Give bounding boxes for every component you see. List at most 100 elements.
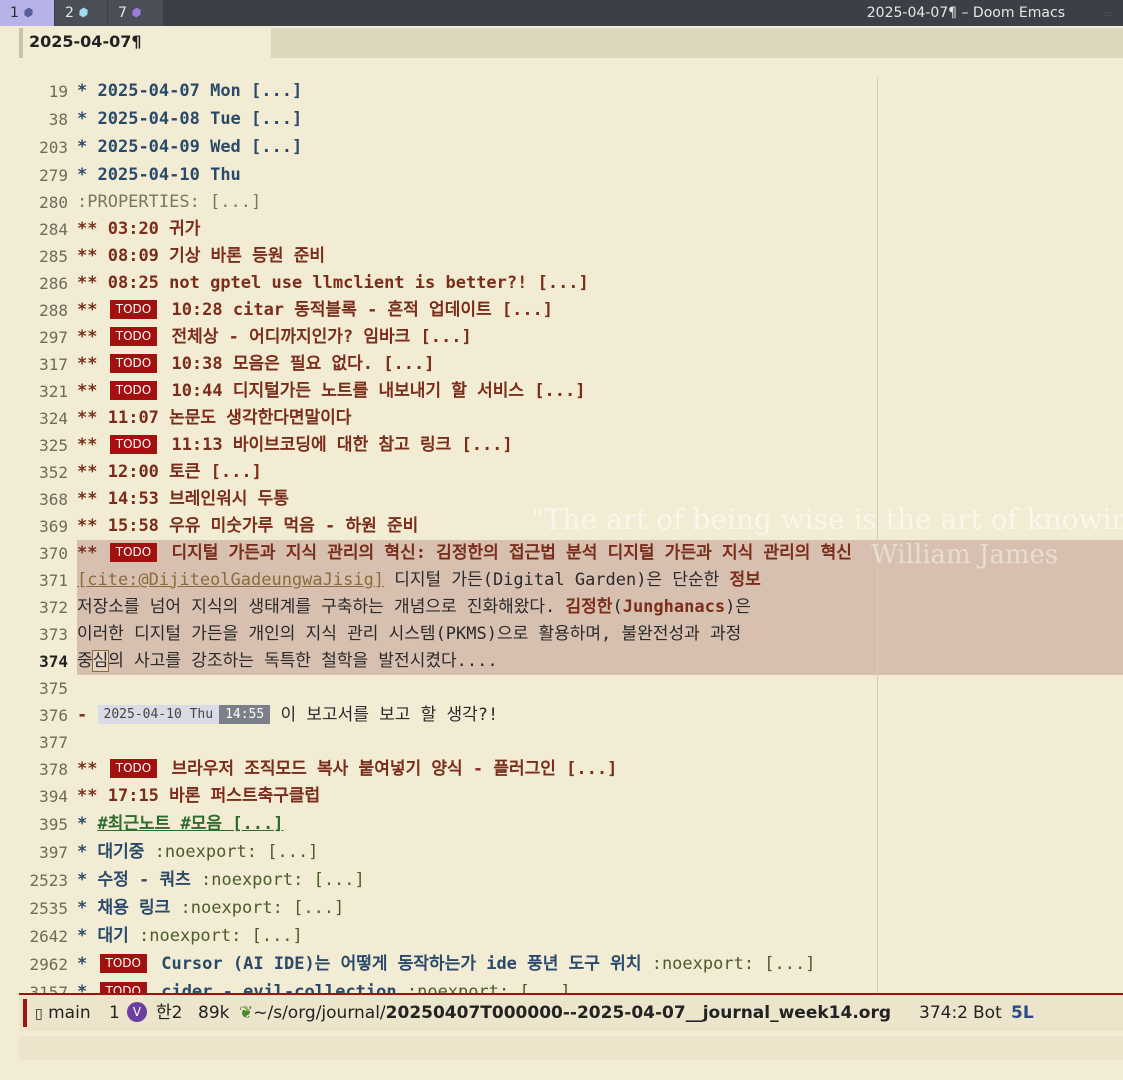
heading-stars: ** — [77, 516, 98, 536]
org-subheading[interactable]: 394 ** 17:15 바론 퍼스트축구클럽 — [19, 783, 1123, 810]
org-heading[interactable]: 3157 * TODO cider - evil-collection :noe… — [19, 979, 1123, 993]
todo-keyword[interactable]: TODO — [109, 300, 158, 319]
heading-stars: * — [77, 137, 88, 157]
branch-name: main — [48, 1003, 91, 1023]
workspace-label: 7 — [118, 5, 127, 21]
org-heading[interactable]: 2535 * 채용 링크 :noexport: [...] — [19, 895, 1123, 922]
heading-tag: :noexport: [...] — [139, 926, 303, 946]
text-cursor: 심 — [91, 650, 110, 672]
body-text: 이 보고서를 보고 할 생각?! — [280, 705, 499, 725]
buffer-path[interactable]: ❦~/s/org/journal/20250407T000000--2025-0… — [239, 995, 891, 1031]
line-number: 2642 — [29, 927, 68, 946]
org-subheading[interactable]: 321 ** TODO 10:44 디지털가든 노트를 내보내기 할 서비스 [… — [19, 378, 1123, 405]
line-number: 325 — [39, 436, 68, 455]
heading-text: 11:13 바이브코딩에 대한 참고 링크 [...] — [171, 435, 513, 455]
body-text: 디지털 가든(Digital Garden)은 단순한 — [384, 570, 730, 590]
heading-text: 전체상 - 어디까지인가? 임바크 [...] — [171, 327, 472, 347]
timestamp-time[interactable]: 14:55 — [219, 705, 271, 724]
line-number: 286 — [39, 274, 68, 293]
org-subheading[interactable]: 369 ** 15:58 우유 미숫가루 먹음 - 하원 준비 — [19, 513, 1123, 540]
org-subheading[interactable]: 288 ** TODO 10:28 citar 동적블록 - 흔적 업데이트 [… — [19, 297, 1123, 324]
workspace-1[interactable]: 1 — [0, 0, 54, 26]
org-heading[interactable]: 2523 * 수정 - 쿼츠 :noexport: [...] — [19, 867, 1123, 894]
vcs-branch[interactable]: ▯ main — [35, 995, 91, 1032]
workspace-7[interactable]: 7 — [108, 0, 163, 26]
org-subheading[interactable]: 297 ** TODO 전체상 - 어디까지인가? 임바크 [...] — [19, 324, 1123, 351]
bold-text: Junghanacs — [622, 597, 726, 617]
heading-stars: * — [77, 814, 88, 834]
workspace-number: 1 — [109, 1003, 120, 1023]
org-heading[interactable]: 19 * 2025-04-07 Mon [...] — [19, 78, 1123, 105]
org-heading[interactable]: 203 * 2025-04-09 Wed [...] — [19, 134, 1123, 161]
body-line[interactable]: 371 [cite:@DijiteolGadeungwaJisig] 디지털 가… — [19, 567, 1123, 594]
heading-tag: :noexport: [...] — [180, 898, 345, 918]
hexagon-icon — [77, 6, 89, 18]
todo-keyword[interactable]: TODO — [99, 954, 147, 973]
heading-text: 대기 — [97, 926, 140, 946]
workspace-2[interactable]: 2 — [55, 0, 107, 26]
empty-line[interactable]: 377 — [19, 729, 1123, 756]
body-line[interactable]: 372 저장소를 넘어 지식의 생태계를 구축하는 개념으로 진화해왔다. 김정… — [19, 594, 1123, 621]
heading-text: 08:09 기상 바론 등원 준비 — [107, 246, 325, 266]
todo-keyword[interactable]: TODO — [109, 354, 158, 373]
org-subheading[interactable]: 324 ** 11:07 논문도 생각한다면말이다 — [19, 405, 1123, 432]
org-subheading[interactable]: 378 ** TODO 브라우저 조직모드 복사 붙여넣기 양식 - 플러그인 … — [19, 756, 1123, 783]
org-heading[interactable]: 38 * 2025-04-08 Tue [...] — [19, 106, 1123, 133]
list-item[interactable]: 376 - 2025-04-10 Thu 14:55 이 보고서를 보고 할 생각… — [19, 702, 1123, 729]
org-heading[interactable]: 397 * 대기중 :noexport: [...] — [19, 839, 1123, 866]
evil-state: V — [127, 995, 147, 1031]
heading-stars: * — [77, 109, 88, 129]
heading-text: Cursor (AI IDE)는 어떻게 동작하는가 ide 풍년 도구 위치 — [161, 954, 652, 974]
line-number: 38 — [48, 110, 68, 129]
line-number: 284 — [39, 220, 68, 239]
heading-stars: * — [77, 81, 88, 101]
org-subheading[interactable]: 317 ** TODO 10:38 모음은 필요 없다. [...] — [19, 351, 1123, 378]
org-subheading[interactable]: 368 ** 14:53 브레인워시 두통 — [19, 486, 1123, 513]
heading-tag: :noexport: [...] — [406, 982, 571, 993]
empty-line[interactable]: 375 — [19, 675, 1123, 702]
heading-text: 10:44 디지털가든 노트를 내보내기 할 서비스 [...] — [171, 381, 586, 401]
tag-link[interactable]: #최근노트 #모음 [...] — [98, 814, 284, 834]
org-heading[interactable]: 279 * 2025-04-10 Thu — [19, 162, 1123, 189]
org-heading[interactable]: 2642 * 대기 :noexport: [...] — [19, 923, 1123, 950]
heading-text: 디지털 가든과 지식 관리의 혁신: 김정한의 접근법 분석 디지털 가든과 지… — [171, 543, 852, 563]
org-subheading[interactable]: 325 ** TODO 11:13 바이브코딩에 대한 참고 링크 [...] — [19, 432, 1123, 459]
heading-stars: ** — [77, 759, 98, 779]
body-line-current[interactable]: 374 중심의 사고를 강조하는 독특한 철학을 발전시켰다.... — [19, 648, 1123, 675]
org-subheading[interactable]: 284 ** 03:20 귀가 — [19, 216, 1123, 243]
minibuffer[interactable] — [19, 1036, 1123, 1060]
org-subheading[interactable]: 352 ** 12:00 토큰 [...] — [19, 459, 1123, 486]
heading-text: 대기중 — [97, 842, 155, 862]
buffer-tab[interactable]: 2025-04-07¶ — [19, 28, 251, 58]
body-line[interactable]: 373 이러한 디지털 가든을 개인의 지식 관리 시스템(PKMS)으로 활용… — [19, 621, 1123, 648]
todo-keyword[interactable]: TODO — [109, 435, 158, 454]
properties-drawer[interactable]: 280 :PROPERTIES: [...] — [19, 189, 1123, 216]
org-heading[interactable]: 395 * #최근노트 #모음 [...] — [19, 811, 1123, 838]
citation-link[interactable]: [cite:@DijiteolGadeungwaJisig] — [77, 570, 384, 590]
heading-text: cider - evil-collection — [161, 982, 407, 993]
heading-stars: * — [77, 165, 88, 185]
editor-buffer[interactable]: "The art of being wise is the art of kno… — [19, 78, 1123, 993]
todo-keyword[interactable]: TODO — [109, 327, 158, 346]
todo-keyword[interactable]: TODO — [109, 381, 158, 400]
todo-keyword[interactable]: TODO — [109, 759, 158, 778]
line-number: 2535 — [29, 899, 68, 918]
heading-stars: ** — [77, 786, 98, 806]
heading-stars: * — [77, 926, 88, 946]
org-heading[interactable]: 2962 * TODO Cursor (AI IDE)는 어떻게 동작하는가 i… — [19, 951, 1123, 978]
hexagon-icon — [22, 6, 34, 18]
todo-keyword[interactable]: TODO — [99, 982, 147, 993]
input-method[interactable]: 한2 — [156, 995, 182, 1031]
heading-text: 브라우저 조직모드 복사 붙여넣기 양식 - 플러그인 [...] — [171, 759, 618, 779]
org-subheading[interactable]: 286 ** 08:25 not gptel use llmclient is … — [19, 270, 1123, 297]
line-number: 288 — [39, 301, 68, 320]
todo-keyword[interactable]: TODO — [109, 543, 158, 562]
heading-stars: * — [77, 954, 88, 974]
line-number: 373 — [39, 625, 68, 644]
org-subheading[interactable]: 285 ** 08:09 기상 바론 등원 준비 — [19, 243, 1123, 270]
heading-stars: ** — [77, 381, 98, 401]
org-subheading[interactable]: 370 ** TODO 디지털 가든과 지식 관리의 혁신: 김정한의 접근법 … — [19, 540, 1123, 567]
timestamp-date[interactable]: 2025-04-10 Thu — [97, 705, 220, 724]
scroll-position: Bot — [973, 1003, 1002, 1023]
line-number: 378 — [39, 760, 68, 779]
